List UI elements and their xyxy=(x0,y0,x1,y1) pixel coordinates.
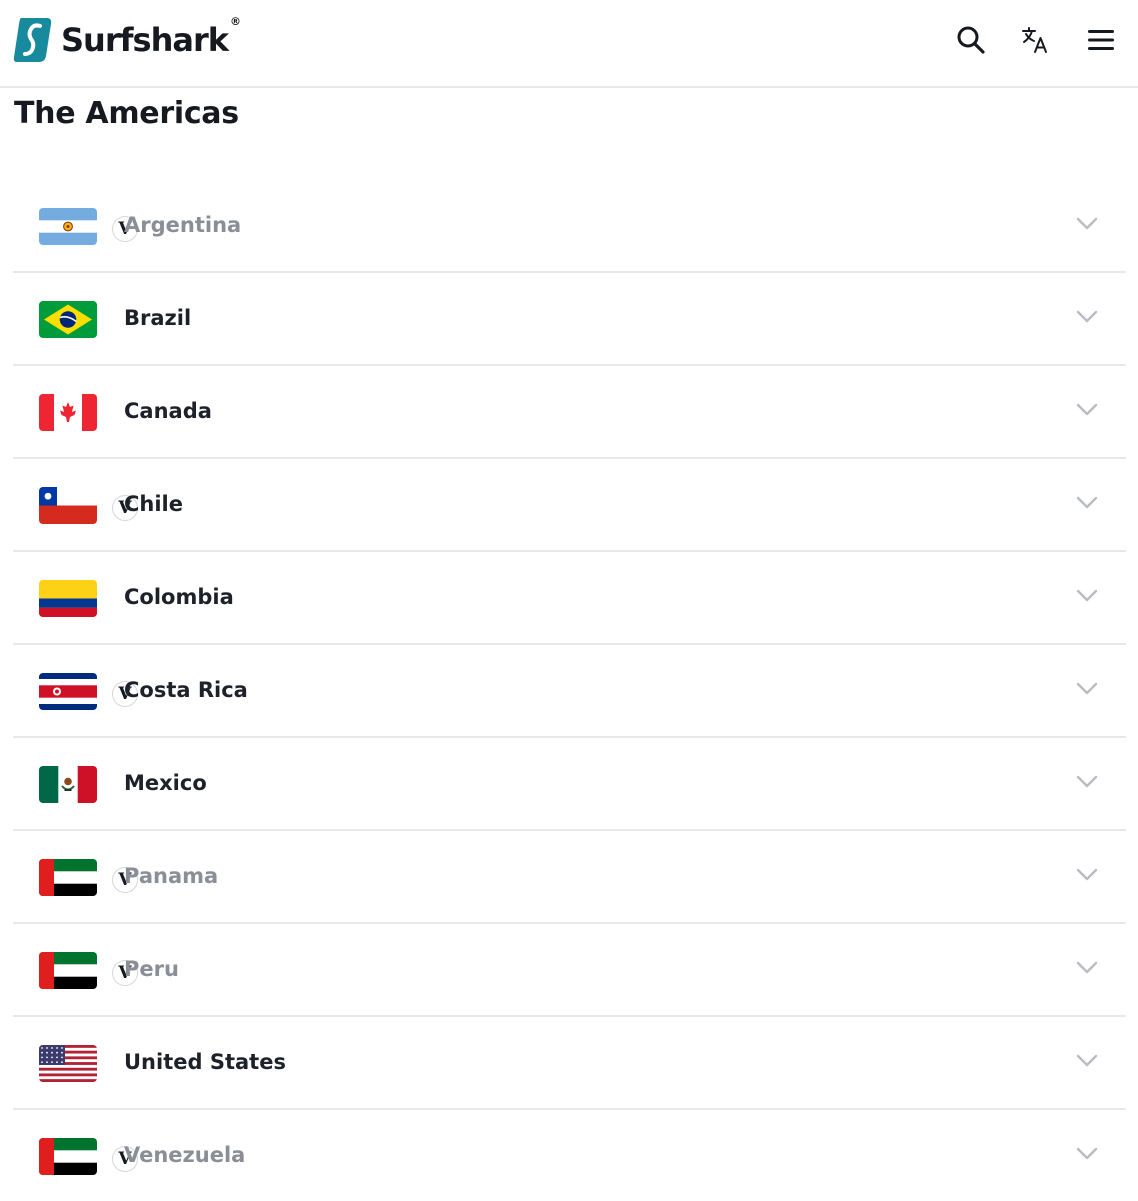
country-row-peru[interactable]: V Peru xyxy=(13,924,1126,1017)
flag-container xyxy=(38,577,98,619)
search-button[interactable] xyxy=(953,22,989,58)
country-name: Peru xyxy=(124,957,179,981)
country-name: Mexico xyxy=(124,771,207,795)
flag-container: V xyxy=(38,1135,137,1177)
country-row-mexico[interactable]: Mexico xyxy=(13,738,1126,831)
surfshark-logo-icon xyxy=(13,18,52,62)
uae-flag-icon xyxy=(39,1138,97,1175)
flag-container xyxy=(38,1042,98,1084)
country-row-colombia[interactable]: Colombia xyxy=(13,552,1126,645)
flag-container xyxy=(38,298,98,340)
chevron-down-icon xyxy=(1076,496,1098,509)
country-name: Panama xyxy=(124,864,219,888)
country-row-brazil[interactable]: Brazil xyxy=(13,273,1126,366)
flag-container: V xyxy=(38,856,137,898)
language-button[interactable] xyxy=(1017,22,1053,58)
chevron-down-icon xyxy=(1076,1147,1098,1160)
page-title: The Americas xyxy=(14,96,239,131)
flag-container: V xyxy=(38,205,137,247)
country-name: Venezuela xyxy=(124,1143,246,1167)
country-row-panama[interactable]: V Panama xyxy=(13,831,1126,924)
flag-container xyxy=(38,763,98,805)
country-name: Argentina xyxy=(124,213,242,237)
brand-registered-mark: ® xyxy=(230,15,241,28)
brand-name: Surfshark ® xyxy=(61,15,241,59)
chevron-down-icon xyxy=(1076,403,1098,416)
country-row-venezuela[interactable]: V Venezuela xyxy=(13,1110,1126,1201)
usa-flag-icon xyxy=(39,1045,97,1082)
chevron-down-icon xyxy=(1076,217,1098,230)
uae-flag-icon xyxy=(39,859,97,896)
menu-button[interactable] xyxy=(1083,22,1119,58)
surfshark-logo[interactable]: Surfshark ® xyxy=(13,15,241,64)
brazil-flag-icon xyxy=(39,301,97,338)
chevron-down-icon xyxy=(1076,310,1098,323)
flag-container xyxy=(38,391,98,433)
country-row-united-states[interactable]: United States xyxy=(13,1017,1126,1110)
translate-icon xyxy=(1022,27,1047,53)
country-row-costa-rica[interactable]: V Costa Rica xyxy=(13,645,1126,738)
chevron-down-icon xyxy=(1076,961,1098,974)
country-row-canada[interactable]: Canada xyxy=(13,366,1126,459)
country-name: Brazil xyxy=(124,306,192,330)
country-name: Canada xyxy=(124,399,212,423)
flag-container: V xyxy=(38,949,137,991)
chevron-down-icon xyxy=(1076,1054,1098,1067)
country-name: Chile xyxy=(124,492,184,516)
site-header: Surfshark ® xyxy=(0,0,1138,88)
uae-flag-icon xyxy=(39,952,97,989)
brand-name-text: Surfshark xyxy=(61,21,229,59)
chevron-down-icon xyxy=(1076,682,1098,695)
country-name: United States xyxy=(124,1050,286,1074)
country-row-chile[interactable]: V Chile xyxy=(13,459,1126,552)
search-icon xyxy=(957,26,985,54)
argentina-flag-icon xyxy=(39,208,97,245)
country-list: V Argentina Brazil Canada V Chile Colombia V Cos… xyxy=(13,180,1126,1201)
colombia-flag-icon xyxy=(39,580,97,617)
country-name: Colombia xyxy=(124,585,234,609)
chevron-down-icon xyxy=(1076,868,1098,881)
country-name: Costa Rica xyxy=(124,678,248,702)
chevron-down-icon xyxy=(1076,589,1098,602)
costa-rica-flag-icon xyxy=(39,673,97,710)
chile-flag-icon xyxy=(39,487,97,524)
canada-flag-icon xyxy=(39,394,97,431)
country-row-argentina[interactable]: V Argentina xyxy=(13,180,1126,273)
flag-container: V xyxy=(38,484,137,526)
chevron-down-icon xyxy=(1076,775,1098,788)
mexico-flag-icon xyxy=(39,766,97,803)
flag-container: V xyxy=(38,670,137,712)
menu-icon xyxy=(1088,30,1114,50)
